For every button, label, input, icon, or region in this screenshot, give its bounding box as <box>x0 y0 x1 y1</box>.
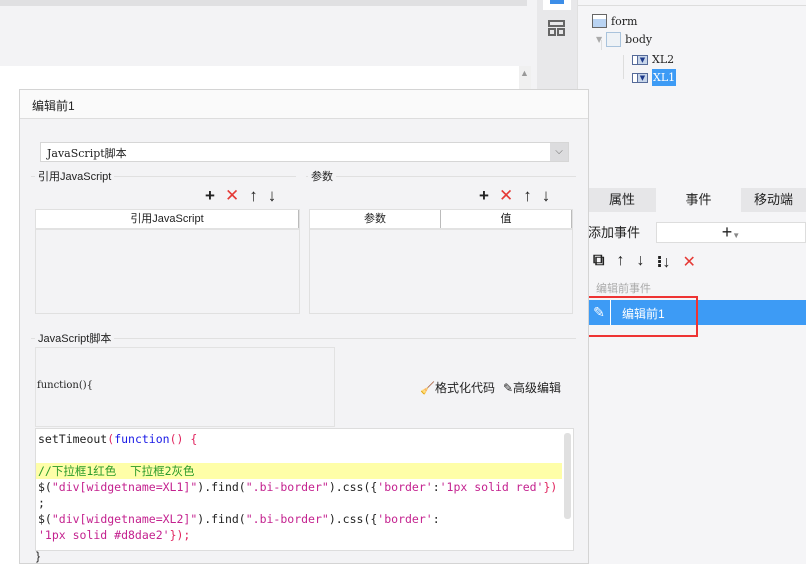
component-tree-tab[interactable] <box>543 0 571 10</box>
ref-js-table[interactable]: 引用JavaScript <box>35 209 300 314</box>
ref-up-button[interactable]: ↑ <box>249 187 258 204</box>
code-token: ).css({ <box>328 480 378 494</box>
param-down-button[interactable]: ↓ <box>542 187 551 204</box>
code-token: $( <box>38 512 52 526</box>
code-token: function <box>114 432 170 446</box>
code-token: ".bi-border" <box>245 480 329 494</box>
advanced-edit-button[interactable]: ✎高级编辑 <box>503 379 561 396</box>
tree-item-xl1[interactable]: ▼ XL1 <box>632 69 677 86</box>
add-event-label: 添加事件 <box>588 225 641 240</box>
top-strip <box>0 0 527 6</box>
body-icon <box>606 32 622 47</box>
code-token: 'border' <box>377 512 433 526</box>
column-header[interactable]: 引用JavaScript <box>36 210 299 228</box>
collapse-arrow-icon[interactable]: ▼ <box>596 35 602 44</box>
params-table[interactable]: 参数值 <box>309 209 573 314</box>
scroll-up-icon[interactable]: ▲ <box>520 68 529 78</box>
code-comment: //下拉框1红色 下拉框2灰色 <box>36 463 562 479</box>
add-ref-button[interactable]: + <box>205 187 215 204</box>
event-editor-dialog: 编辑前1 JavaScript脚本 ⌵ 引用JavaScript 参数 + ✕ ↑… <box>19 89 589 564</box>
delete-ref-button[interactable]: ✕ <box>225 187 239 204</box>
add-param-button[interactable]: + <box>479 187 489 204</box>
dialog-title: 编辑前1 <box>20 90 588 119</box>
delete-icon[interactable]: ✕ <box>683 252 696 272</box>
param-up-button[interactable]: ↑ <box>523 187 532 204</box>
function-header: function(){ <box>37 380 94 391</box>
code-token: { <box>183 432 198 446</box>
column-header[interactable]: 值 <box>441 210 572 228</box>
code-token: '1px solid red' <box>439 480 544 494</box>
code-token: : <box>432 512 440 526</box>
code-token: ).find( <box>197 512 246 526</box>
column-header[interactable]: 参数 <box>310 210 441 228</box>
highlight-box <box>573 296 698 337</box>
format-code-button[interactable]: 🧹格式化代码 <box>420 379 495 396</box>
broom-icon: 🧹 <box>420 381 435 395</box>
tab-mobile[interactable]: 移动端 <box>741 188 806 212</box>
code-token: "div[widgetname=XL1]" <box>51 480 198 494</box>
tab-events[interactable]: 事件 <box>657 188 740 212</box>
code-token: }) <box>543 480 558 494</box>
script-type-select[interactable]: JavaScript脚本 ⌵ <box>40 142 569 162</box>
script-legend: JavaScript脚本 <box>35 330 115 346</box>
code-token: }); <box>169 528 191 542</box>
code-token: ".bi-border" <box>245 512 329 526</box>
chevron-down-icon[interactable]: ⌵ <box>550 143 568 161</box>
code-scrollbar[interactable] <box>564 433 571 519</box>
tab-properties[interactable]: 属性 <box>588 188 656 212</box>
code-token: : <box>432 480 440 494</box>
ref-js-legend: 引用JavaScript <box>35 168 115 184</box>
code-token: ; <box>38 496 45 510</box>
add-event-button[interactable]: +▼ <box>656 222 806 243</box>
layout-icon[interactable] <box>548 20 565 36</box>
delete-param-button[interactable]: ✕ <box>499 187 513 204</box>
code-token: ).find( <box>197 480 246 494</box>
edit-icon: ✎ <box>502 381 514 395</box>
code-token: () <box>169 432 184 446</box>
code-token: $( <box>38 480 52 494</box>
copy-icon[interactable]: ⧉ <box>593 252 604 272</box>
tree-item-body[interactable]: ▼ body <box>596 32 652 47</box>
code-editor[interactable]: setTimeout(function() { //下拉框1红色 下拉框2灰色 $… <box>35 428 574 551</box>
code-token: ).css({ <box>328 512 378 526</box>
chevron-down-icon: ▼ <box>732 231 741 240</box>
form-icon <box>592 14 607 28</box>
move-bottom-icon[interactable]: ⁝↓ <box>656 252 670 272</box>
ref-down-button[interactable]: ↓ <box>268 187 277 204</box>
dropdown-widget-icon: ▼ <box>632 54 648 65</box>
code-token: "div[widgetname=XL2]" <box>51 512 198 526</box>
function-footer: } <box>36 549 41 563</box>
move-down-icon[interactable]: ↓ <box>636 252 644 272</box>
move-up-icon[interactable]: ↑ <box>616 252 624 272</box>
dropdown-widget-icon: ▼ <box>632 72 648 83</box>
code-token: setTimeout <box>38 432 108 446</box>
params-legend: 参数 <box>308 168 336 184</box>
event-toolbar: ⧉ ↑ ↓ ⁝↓ ✕ <box>593 252 696 272</box>
event-section-label: 编辑前事件 <box>596 283 651 295</box>
tree-item-form[interactable]: form <box>592 14 637 28</box>
tree-item-xl2[interactable]: ▼ XL2 <box>632 53 674 66</box>
code-token: 'border' <box>377 480 433 494</box>
code-token: '1px solid #d8dae2' <box>38 528 170 542</box>
